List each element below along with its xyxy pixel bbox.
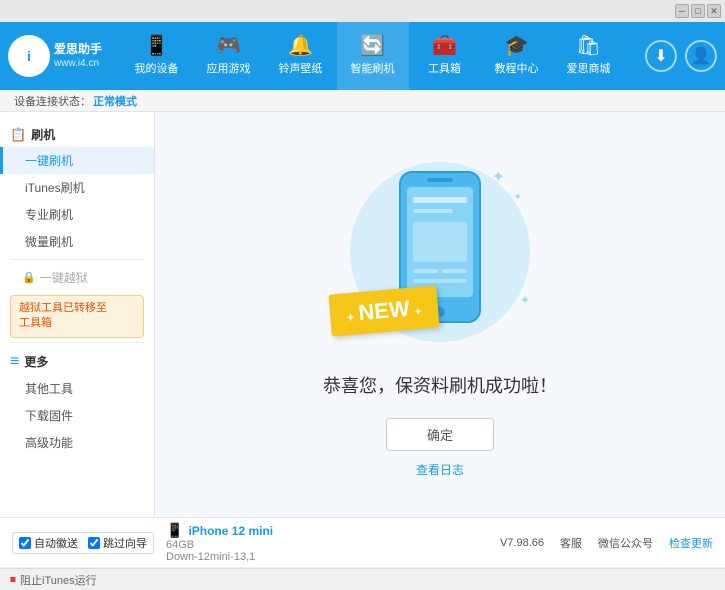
sidebar-item-micro-flash[interactable]: 微量刷机 xyxy=(0,228,154,255)
lock-icon: 🔒 xyxy=(22,271,36,284)
sparkle-icon-3: ✦ xyxy=(520,293,530,307)
device-status-row: 自动徽送 跳过向导 📱 iPhone 12 mini 64GB Down-12m… xyxy=(0,518,725,568)
nav-toolbox[interactable]: 🧰 工具箱 xyxy=(409,22,481,90)
device-info: 📱 iPhone 12 mini 64GB Down-12mini-13,1 xyxy=(166,522,273,563)
checkbox-group: 自动徽送 跳过向导 xyxy=(12,532,154,554)
download-button[interactable]: ⬇ xyxy=(645,40,677,72)
connection-status-bar: 设备连接状态： 正常模式 xyxy=(0,90,725,112)
sidebar-section-flash: 📋 刷机 xyxy=(0,120,154,147)
new-badge: NEW xyxy=(328,285,439,336)
skip-wizard-checkbox[interactable] xyxy=(88,537,100,549)
my-device-icon: 📱 xyxy=(144,36,169,56)
header: i 爱思助手 www.i4.cn 📱 我的设备 🎮 应用游戏 🔔 铃声壁纸 🔄 … xyxy=(0,22,725,90)
nav-tutorial[interactable]: 🎓 教程中心 xyxy=(481,22,553,90)
stop-icon: ⏹ xyxy=(10,572,16,587)
update-link[interactable]: 检查更新 xyxy=(669,535,713,551)
nav-my-device[interactable]: 📱 我的设备 xyxy=(121,22,193,90)
sidebar-divider-1 xyxy=(10,259,144,260)
sidebar-item-download-firmware[interactable]: 下载固件 xyxy=(0,402,154,429)
sidebar-section-more: ≡ 更多 xyxy=(0,347,154,375)
minimize-button[interactable]: ─ xyxy=(675,4,689,18)
sidebar-divider-2 xyxy=(10,342,144,343)
logo-icon: i xyxy=(8,35,50,77)
sidebar-section-jailbreak: 🔒 一键越狱 xyxy=(0,264,154,291)
sparkle-icon-1: ✦ xyxy=(492,167,505,187)
wechat-link[interactable]: 微信公众号 xyxy=(598,535,653,551)
sidebar-item-advanced[interactable]: 高级功能 xyxy=(0,429,154,456)
close-button[interactable]: ✕ xyxy=(707,4,721,18)
ringtone-icon: 🔔 xyxy=(288,36,313,56)
sidebar-item-pro-flash[interactable]: 专业刷机 xyxy=(0,201,154,228)
user-button[interactable]: 👤 xyxy=(685,40,717,72)
learn-link[interactable]: 查看日志 xyxy=(416,461,464,478)
bottom-area: 自动徽送 跳过向导 📱 iPhone 12 mini 64GB Down-12m… xyxy=(0,517,725,590)
support-link[interactable]: 客服 xyxy=(560,535,582,551)
logo-area: i 爱思助手 www.i4.cn xyxy=(8,35,108,77)
device-icon: 📱 xyxy=(166,522,183,539)
logo-text: 爱思助手 www.i4.cn xyxy=(54,42,102,71)
auto-dismiss-label[interactable]: 自动徽送 xyxy=(19,535,78,551)
confirm-button[interactable]: 确定 xyxy=(386,418,494,451)
jailbreak-warning: 越狱工具已转移至工具箱 xyxy=(10,295,144,338)
smart-flash-icon: 🔄 xyxy=(360,36,385,56)
app-game-icon: 🎮 xyxy=(216,36,241,56)
sidebar: 📋 刷机 一键刷机 iTunes刷机 专业刷机 微量刷机 🔒 一键越狱 越狱工具… xyxy=(0,112,155,517)
content-area: ✦ ✦ ✦ NEW xyxy=(155,112,725,517)
toolbox-icon: 🧰 xyxy=(432,36,457,56)
title-bar: ─ □ ✕ xyxy=(0,0,725,22)
nav-bar: 📱 我的设备 🎮 应用游戏 🔔 铃声壁纸 🔄 智能刷机 🧰 工具箱 🎓 教程中心… xyxy=(108,22,637,90)
nav-mall[interactable]: 🛍 爱思商城 xyxy=(553,22,625,90)
nav-ringtone[interactable]: 🔔 铃声壁纸 xyxy=(265,22,337,90)
skip-wizard-label[interactable]: 跳过向导 xyxy=(88,535,147,551)
mall-icon: 🛍 xyxy=(576,36,601,56)
flash-section-icon: 📋 xyxy=(10,127,26,143)
tutorial-icon: 🎓 xyxy=(504,36,529,56)
phone-illustration: ✦ ✦ ✦ NEW xyxy=(340,152,540,352)
sidebar-item-one-key-flash[interactable]: 一键刷机 xyxy=(0,147,154,174)
sidebar-item-itunes-flash[interactable]: iTunes刷机 xyxy=(0,174,154,201)
header-right: ⬇ 👤 xyxy=(645,40,717,72)
itunes-bar: ⏹ 阻止iTunes运行 xyxy=(0,568,725,590)
nav-smart-flash[interactable]: 🔄 智能刷机 xyxy=(337,22,409,90)
more-section-icon: ≡ xyxy=(10,353,19,371)
sparkle-icon-2: ✦ xyxy=(514,192,522,203)
main-area: 📋 刷机 一键刷机 iTunes刷机 专业刷机 微量刷机 🔒 一键越狱 越狱工具… xyxy=(0,112,725,517)
status-right: V7.98.66 客服 微信公众号 检查更新 xyxy=(500,535,713,551)
auto-dismiss-checkbox[interactable] xyxy=(19,537,31,549)
sidebar-item-other-tools[interactable]: 其他工具 xyxy=(0,375,154,402)
nav-app-game[interactable]: 🎮 应用游戏 xyxy=(193,22,265,90)
maximize-button[interactable]: □ xyxy=(691,4,705,18)
success-text: 恭喜您，保资料刷机成功啦！ xyxy=(323,372,557,398)
